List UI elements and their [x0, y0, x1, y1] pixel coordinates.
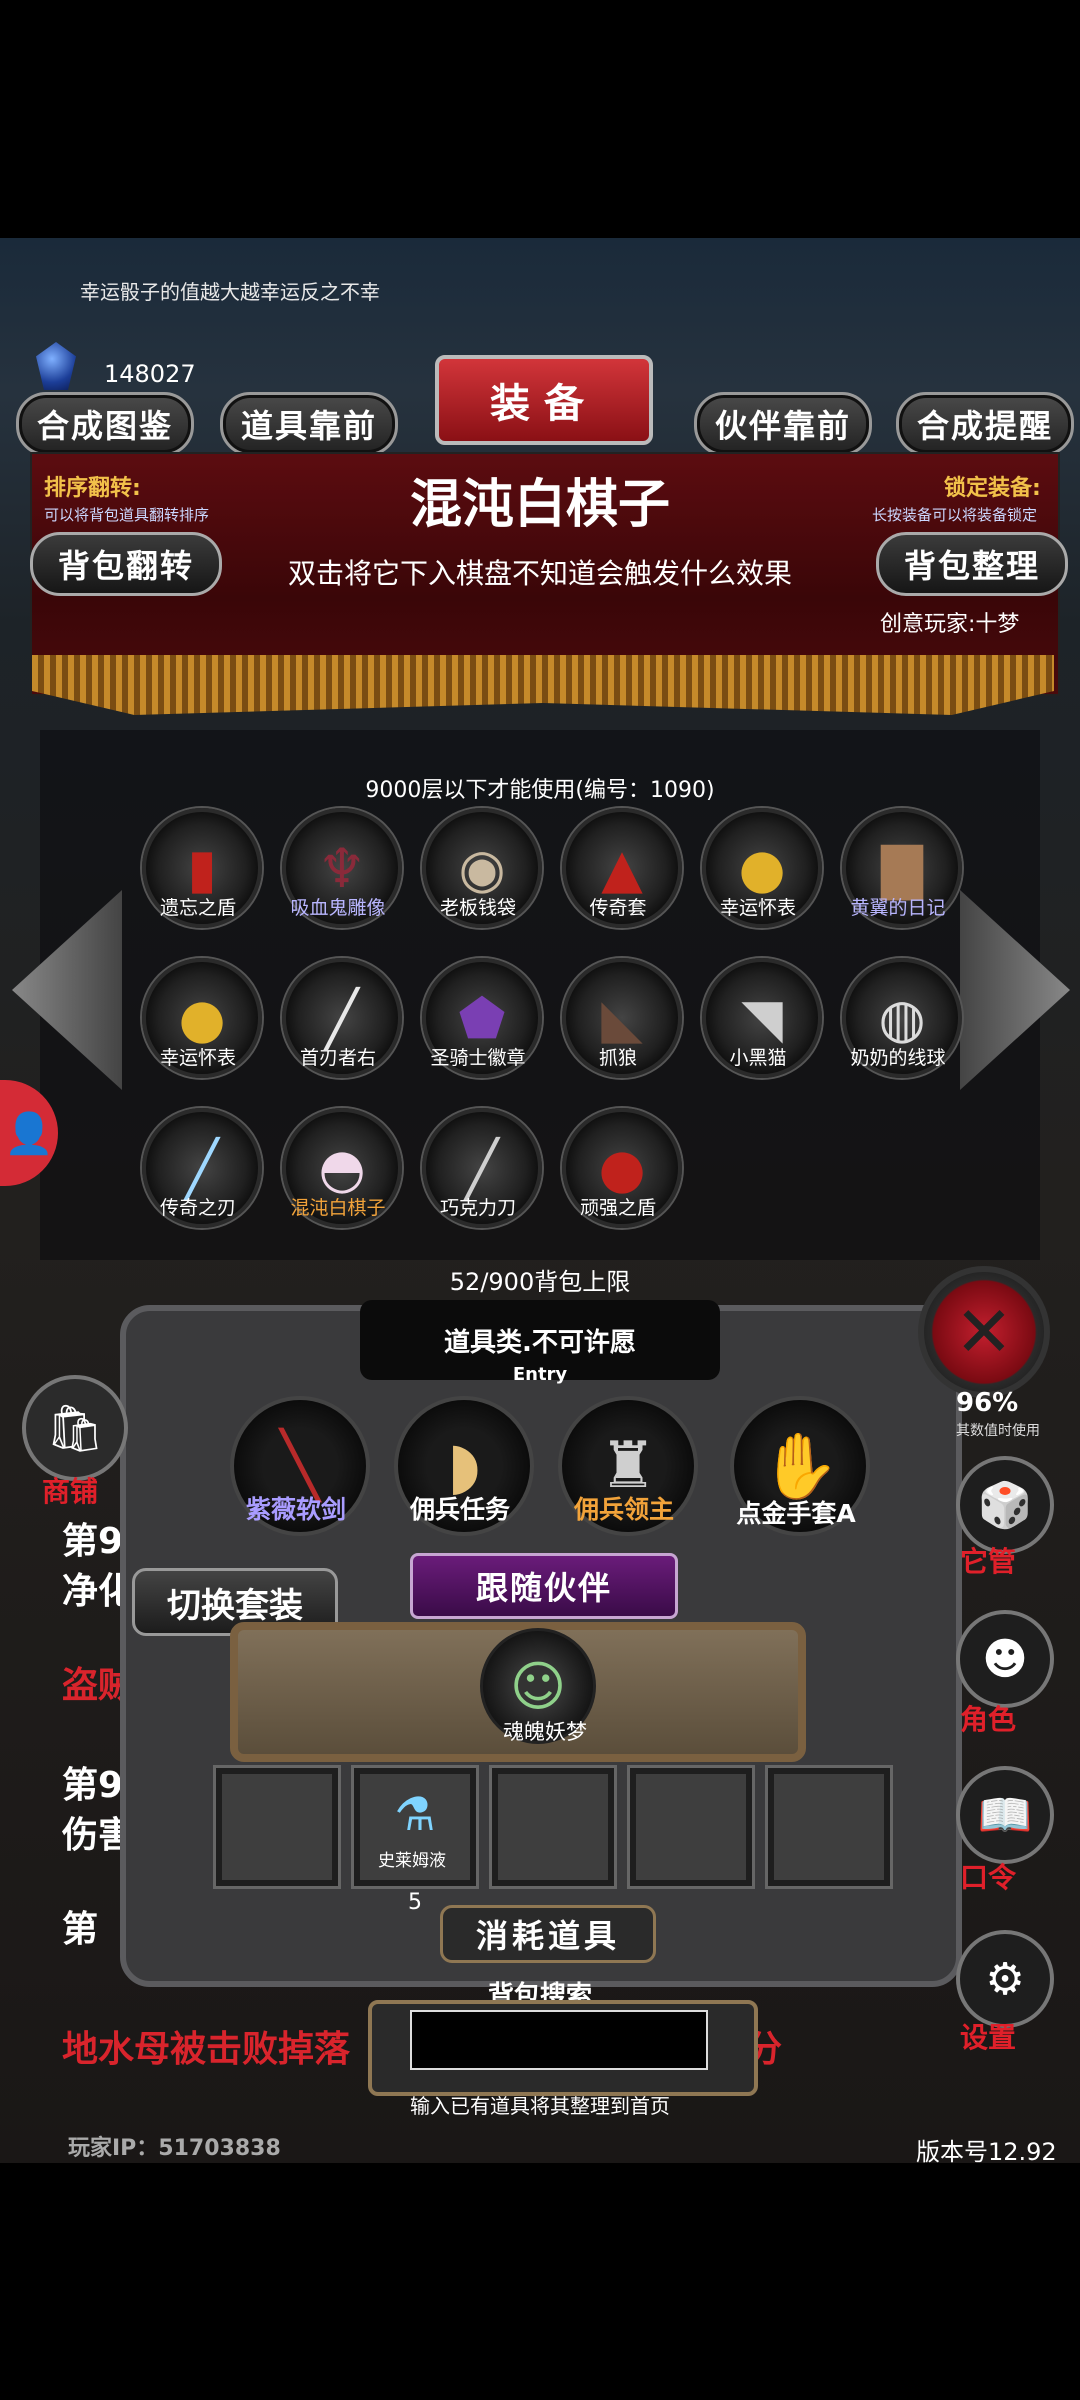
- log-line: 第: [62, 1909, 99, 1950]
- inventory-slot-label: 巧克力刀: [439, 1197, 516, 1219]
- synthesis-reminder-button[interactable]: 合成提醒: [896, 392, 1074, 456]
- close-button[interactable]: ✕: [918, 1266, 1050, 1398]
- book-icon: 📖: [977, 1790, 1033, 1841]
- potion-icon: ⚗: [394, 1787, 436, 1841]
- items-first-button[interactable]: 道具靠前: [220, 392, 398, 456]
- equipment-label: 佣兵任务: [409, 1495, 510, 1524]
- version-label: 版本号12.92: [916, 2138, 1057, 2166]
- item-name: 混沌白棋子: [409, 475, 670, 535]
- consumable-count: 5: [408, 1890, 422, 1915]
- search-input[interactable]: [410, 2010, 708, 2070]
- inventory-slot-label: 黄翼的日记: [850, 897, 946, 919]
- consumable-slot[interactable]: [492, 1768, 614, 1886]
- sidebar-label: 它管: [960, 1545, 1017, 1578]
- consumables-title: 消耗道具: [440, 1905, 656, 1963]
- creator-credit: 创意玩家:十梦: [880, 612, 1020, 637]
- gem-count: 148027: [104, 360, 196, 388]
- inventory-slot-label: 幸运怀表: [159, 1047, 236, 1069]
- shop-icon: 🛍: [45, 1400, 105, 1455]
- dice-icon: 🎲: [977, 1480, 1033, 1531]
- synthesis-catalog-button[interactable]: 合成图鉴: [16, 392, 194, 456]
- inventory-slot-label: 抓狼: [598, 1047, 637, 1069]
- equipment-label: 佣兵领主: [573, 1495, 674, 1524]
- consumable-name: 史莱姆液: [378, 1851, 446, 1871]
- inventory-slot-label: 遗忘之盾: [159, 897, 236, 919]
- consumable-slot[interactable]: [768, 1768, 890, 1886]
- inventory-slot-label: 顽强之盾: [579, 1197, 656, 1219]
- close-icon: ✕: [954, 1291, 1014, 1373]
- equipment-label: 紫薇软剑: [245, 1495, 346, 1524]
- sidebar-label: 角色: [960, 1703, 1017, 1736]
- inventory-slot-label: 传奇套: [589, 897, 647, 919]
- page-title: 装备: [435, 355, 653, 445]
- entry-text: 道具类.不可许愿: [444, 1328, 636, 1358]
- inventory-slot-label: 圣骑士徽章: [430, 1047, 526, 1069]
- equipment-label: 点金手套A: [736, 1499, 856, 1528]
- inventory-slot-label: 混沌白棋子: [290, 1197, 386, 1219]
- search-hint: 输入已有道具将其整理到首页: [410, 2094, 670, 2118]
- item-description: 双击将它下入棋盘不知道会触发什么效果: [287, 557, 792, 590]
- partner-name: 魂魄妖梦: [503, 1720, 587, 1744]
- passcode-button[interactable]: 📖: [956, 1766, 1054, 1864]
- inventory-slot-label: 老板钱袋: [439, 897, 516, 919]
- hint-number: 96%: [956, 1388, 1019, 1418]
- partners-first-button[interactable]: 伙伴靠前: [694, 392, 872, 456]
- character-button[interactable]: ☻: [956, 1610, 1054, 1708]
- inventory-slot-label: 幸运怀表: [719, 897, 796, 919]
- character-icon: ☻: [982, 1633, 1028, 1685]
- sidebar-label: 口令: [960, 1861, 1017, 1894]
- log-line: 地水母被击败掉落: [62, 2029, 351, 2070]
- bag-capacity: 52/900背包上限: [449, 1268, 631, 1296]
- item-requirement: 9000层以下才能使用(编号：1090): [365, 778, 715, 803]
- player-ip: 玩家IP：51703838: [68, 2136, 281, 2161]
- hint-text: 其数值时使用: [956, 1423, 1040, 1439]
- consumable-slot[interactable]: [216, 1768, 338, 1886]
- follow-partner-title: 跟随伙伴: [410, 1553, 678, 1619]
- flavor-text: 幸运骰子的值越大越幸运反之不幸: [80, 280, 380, 304]
- inventory-slot-label: 首刃者右: [299, 1047, 376, 1069]
- inventory-slot-label: 奶奶的线球: [850, 1047, 946, 1069]
- shop-button[interactable]: 🛍: [22, 1375, 128, 1481]
- consumable-slot[interactable]: [630, 1768, 752, 1886]
- shop-label: 商铺: [42, 1475, 99, 1508]
- inventory-slot-label: 小黑猫: [729, 1047, 787, 1069]
- inventory-slot-label: 传奇之刃: [159, 1197, 236, 1219]
- sidebar-label: 设置: [960, 2021, 1017, 2054]
- entry-subtitle: Entry: [512, 1364, 568, 1385]
- log-line: 第9: [62, 1521, 124, 1562]
- inventory-slot-label: 吸血鬼雕像: [290, 897, 386, 919]
